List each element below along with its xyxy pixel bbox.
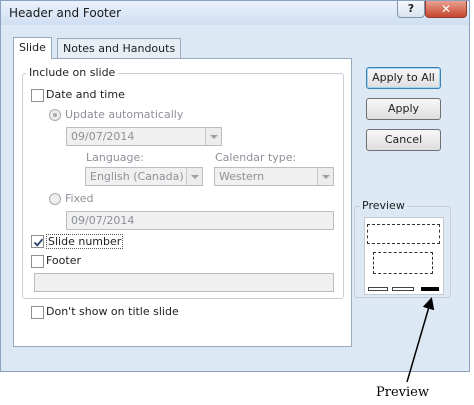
annotation-arrow [406, 297, 435, 383]
tab-slide[interactable]: Slide [13, 37, 52, 59]
preview-caption: Preview [376, 385, 429, 400]
